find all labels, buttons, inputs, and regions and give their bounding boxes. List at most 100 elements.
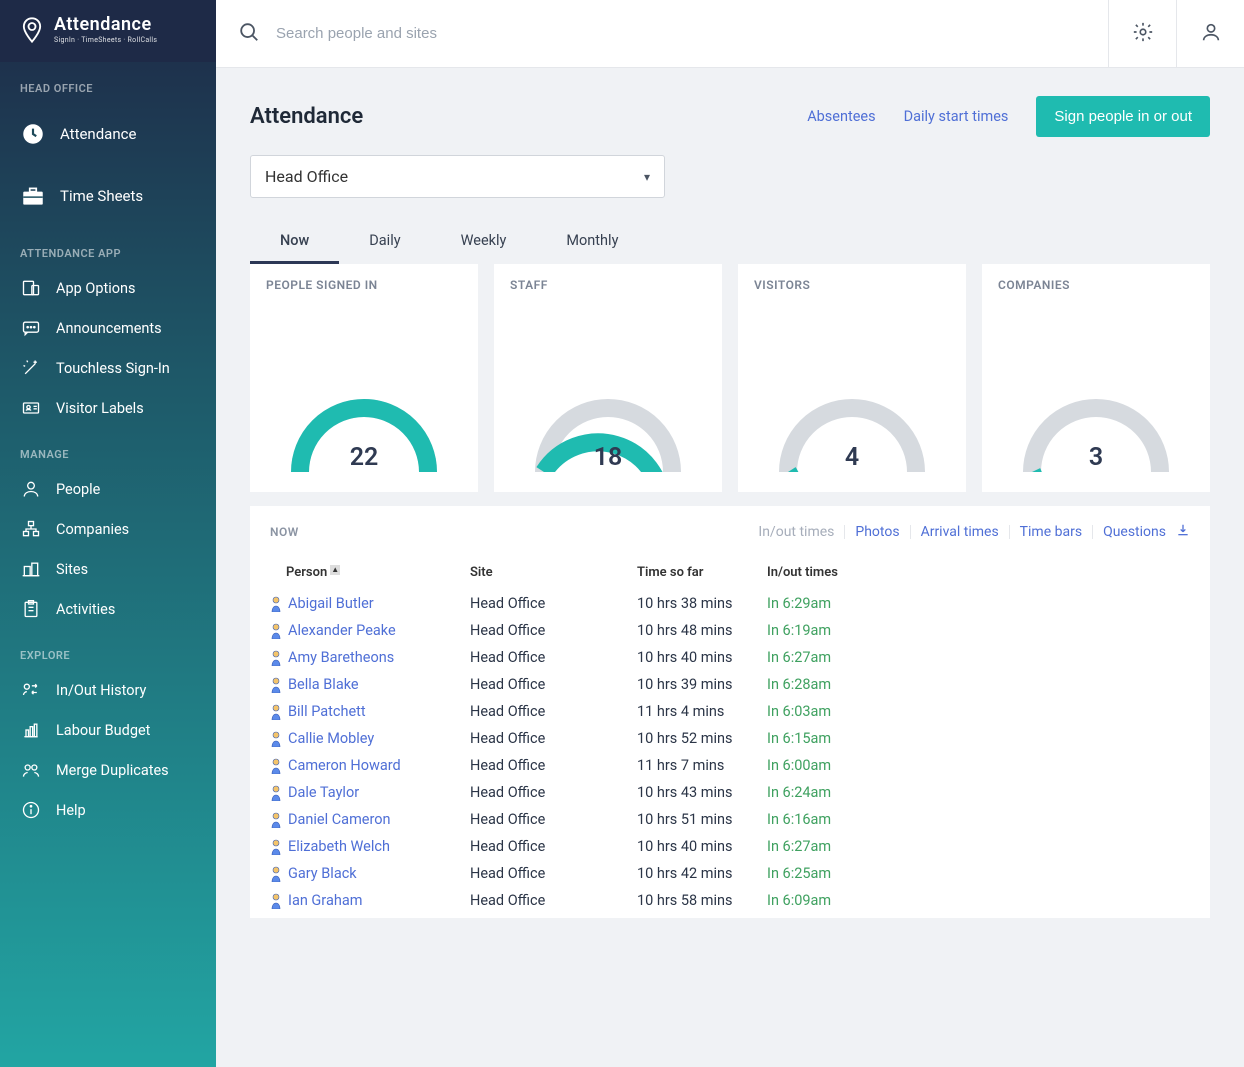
col-inout[interactable]: In/out times [767,565,1190,580]
person-link[interactable]: Callie Mobley [288,730,374,747]
site-cell: Head Office [470,595,637,612]
sidebar-item-inout-history[interactable]: In/Out History [0,670,216,710]
card-label: COMPANIES [998,278,1194,292]
inout-times-link: In/out times [758,524,834,540]
inout-cell: In 6:28am [767,676,831,693]
time-cell: 10 hrs 40 mins [637,838,767,855]
card-value: 4 [772,443,932,472]
person-link[interactable]: Dale Taylor [288,784,359,801]
sidebar-item-label: Time Sheets [60,187,143,205]
sidebar-item-touchless-signin[interactable]: Touchless Sign-In [0,348,216,388]
bar-chart-icon [20,720,42,740]
person-link[interactable]: Cameron Howard [288,757,401,774]
person-link[interactable]: Abigail Butler [288,595,374,612]
sidebar-item-app-options[interactable]: App Options [0,268,216,308]
inout-cell: In 6:00am [767,757,831,774]
sidebar-item-companies[interactable]: Companies [0,509,216,549]
person-link[interactable]: Ian Graham [288,892,362,909]
clock-icon [20,121,46,147]
inout-cell: In 6:25am [767,865,831,882]
sidebar-item-label: Sites [56,561,88,578]
sort-asc-icon: ▲ [330,565,340,575]
col-site[interactable]: Site [470,565,637,580]
tab-monthly[interactable]: Monthly [536,220,648,264]
time-bars-link[interactable]: Time bars [1020,524,1082,540]
time-cell: 10 hrs 52 mins [637,730,767,747]
pin-icon [18,16,46,44]
settings-button[interactable] [1108,0,1176,67]
tab-now[interactable]: Now [250,220,339,264]
sidebar-item-time-sheets[interactable]: Time Sheets [0,165,216,227]
col-time[interactable]: Time so far [637,565,767,580]
questions-link[interactable]: Questions [1103,524,1166,540]
person-link[interactable]: Amy Baretheons [288,649,394,666]
person-figure-icon [270,650,282,666]
table-row: Ian Graham Head Office 10 hrs 58 mins In… [270,887,1190,914]
site-cell: Head Office [470,730,637,747]
info-icon [20,800,42,820]
panel-label: NOW [270,525,299,539]
site-cell: Head Office [470,838,637,855]
id-card-icon [20,398,42,418]
table-row: Gary Black Head Office 10 hrs 42 mins In… [270,860,1190,887]
site-select[interactable]: Head Office ▾ [250,155,665,198]
devices-icon [20,278,42,298]
attendance-panel: NOW In/out times Photos Arrival times Ti… [250,506,1210,918]
user-icon [1200,21,1222,47]
search-input[interactable] [276,25,676,42]
person-link[interactable]: Elizabeth Welch [288,838,390,855]
person-link[interactable]: Bill Patchett [288,703,366,720]
logo: Attendance SignIn · TimeSheets · RollCal… [0,0,216,62]
sidebar-item-people[interactable]: People [0,469,216,509]
daily-start-times-link[interactable]: Daily start times [904,108,1009,125]
tab-daily[interactable]: Daily [339,220,430,264]
time-cell: 10 hrs 58 mins [637,892,767,909]
absentees-link[interactable]: Absentees [807,108,875,125]
table-row: Bill Patchett Head Office 11 hrs 4 mins … [270,698,1190,725]
sidebar-item-label: Companies [56,521,129,538]
sidebar-section-attendance-app: ATTENDANCE APP [0,227,216,268]
inout-cell: In 6:19am [767,622,831,639]
buildings-icon [20,559,42,579]
time-tabs: NowDailyWeeklyMonthly [250,220,1210,264]
person-link[interactable]: Bella Blake [288,676,359,693]
sidebar-item-labour-budget[interactable]: Labour Budget [0,710,216,750]
person-link[interactable]: Alexander Peake [288,622,396,639]
person-link[interactable]: Gary Black [288,865,357,882]
time-cell: 11 hrs 4 mins [637,703,767,720]
tab-weekly[interactable]: Weekly [431,220,537,264]
chat-icon [20,318,42,338]
person-figure-icon [270,893,282,909]
photos-link[interactable]: Photos [855,524,899,540]
sidebar-item-attendance[interactable]: Attendance [0,103,216,165]
card-value: 22 [284,443,444,472]
sign-people-button[interactable]: Sign people in or out [1036,96,1210,137]
sidebar-item-label: People [56,481,100,498]
sidebar-item-sites[interactable]: Sites [0,549,216,589]
search-icon [238,21,260,47]
inout-cell: In 6:24am [767,784,831,801]
arrival-times-link[interactable]: Arrival times [921,524,999,540]
card-label: PEOPLE SIGNED IN [266,278,462,292]
site-cell: Head Office [470,622,637,639]
site-cell: Head Office [470,649,637,666]
person-link[interactable]: Daniel Cameron [288,811,391,828]
site-cell: Head Office [470,676,637,693]
site-cell: Head Office [470,811,637,828]
sidebar-item-announcements[interactable]: Announcements [0,308,216,348]
table-row: Bella Blake Head Office 10 hrs 39 mins I… [270,671,1190,698]
brand-tagline: SignIn · TimeSheets · RollCalls [54,37,157,44]
sidebar-item-activities[interactable]: Activities [0,589,216,629]
sidebar-item-visitor-labels[interactable]: Visitor Labels [0,388,216,428]
gear-icon [1132,21,1154,47]
site-cell: Head Office [470,892,637,909]
sidebar-item-label: Visitor Labels [56,400,144,417]
time-cell: 10 hrs 43 mins [637,784,767,801]
profile-button[interactable] [1176,0,1244,67]
col-person[interactable]: Person [286,565,327,580]
sidebar-item-merge-duplicates[interactable]: Merge Duplicates [0,750,216,790]
inout-cell: In 6:27am [767,838,831,855]
download-icon[interactable] [1176,522,1190,541]
sidebar-item-help[interactable]: Help [0,790,216,830]
sidebar: Attendance SignIn · TimeSheets · RollCal… [0,0,216,1067]
